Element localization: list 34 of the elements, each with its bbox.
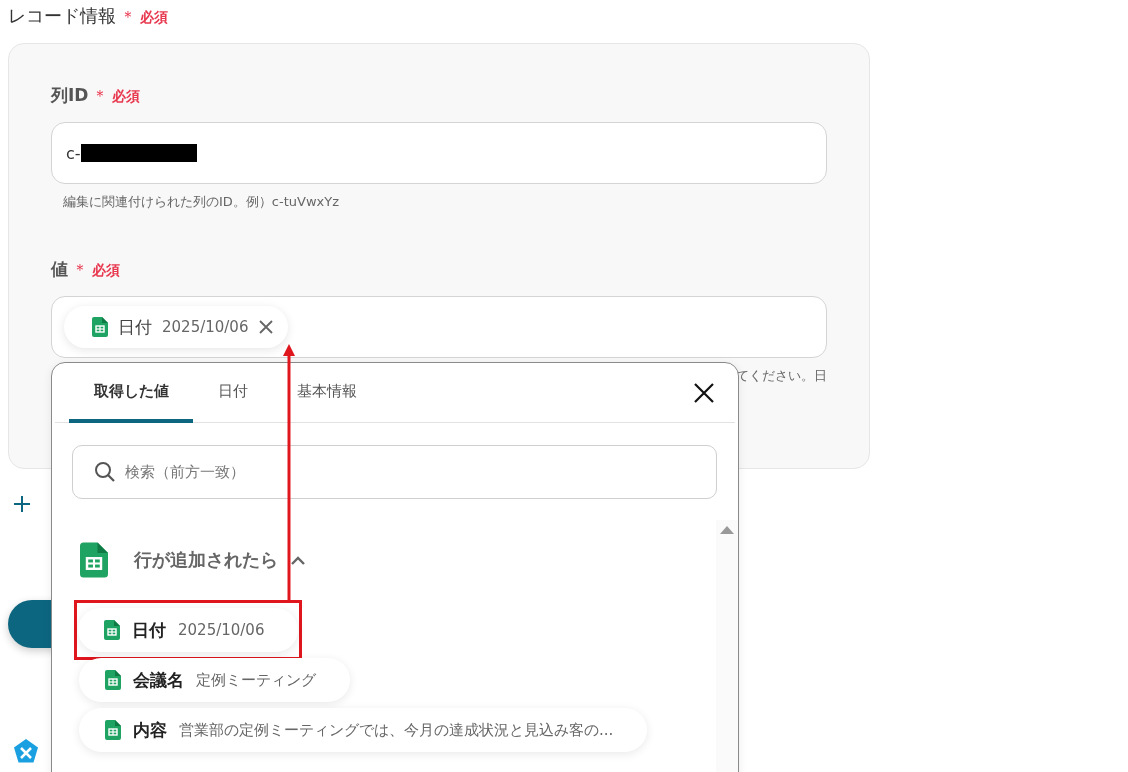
spreadsheet-icon — [105, 670, 121, 690]
field-label: 値 — [51, 258, 68, 281]
app-icon — [12, 738, 40, 766]
spreadsheet-icon — [104, 620, 120, 640]
add-icon[interactable] — [13, 495, 31, 513]
scroll-up-icon[interactable] — [720, 526, 734, 534]
close-icon[interactable] — [258, 319, 275, 335]
required-label: 必須 — [112, 88, 141, 106]
search-field[interactable]: 検索（前方一致） — [72, 445, 717, 499]
tab[interactable]: 日付 — [193, 363, 272, 423]
variable-item[interactable]: 内容 営業部の定例ミーティングでは、今月の達成状況と見込み客の... — [79, 708, 648, 752]
value-field[interactable]: 日付 2025/10/06 — [51, 296, 827, 358]
field-label: 列ID — [51, 84, 89, 107]
spreadsheet-icon — [92, 317, 108, 337]
required-mark: ＊ — [72, 260, 88, 281]
group-header[interactable]: 行が追加されたら — [74, 540, 312, 580]
section-title: レコード情報 — [8, 4, 116, 28]
required-label: 必須 — [92, 262, 120, 280]
scrollbar[interactable] — [716, 520, 738, 772]
value-chip[interactable]: 日付 2025/10/06 — [64, 306, 289, 348]
tab[interactable]: 取得した値 — [69, 363, 193, 423]
field-hint: てください。日 — [736, 368, 827, 383]
column-id-field[interactable]: c- — [51, 122, 827, 184]
required-mark: ＊ — [120, 7, 136, 28]
required-mark: ＊ — [92, 86, 109, 107]
tab[interactable]: 基本情報 — [272, 363, 381, 423]
search-icon — [94, 461, 116, 483]
spreadsheet-icon — [105, 720, 121, 740]
close-button[interactable] — [693, 381, 715, 404]
spreadsheet-icon — [80, 542, 108, 578]
variable-item[interactable]: 会議名 定例ミーティング — [79, 658, 350, 702]
variable-item[interactable]: 日付 2025/10/06 — [78, 608, 299, 652]
required-label: 必須 — [140, 9, 168, 27]
field-hint: 編集に関連付けられた列のID。例）c-tuVwxYz — [63, 194, 339, 209]
